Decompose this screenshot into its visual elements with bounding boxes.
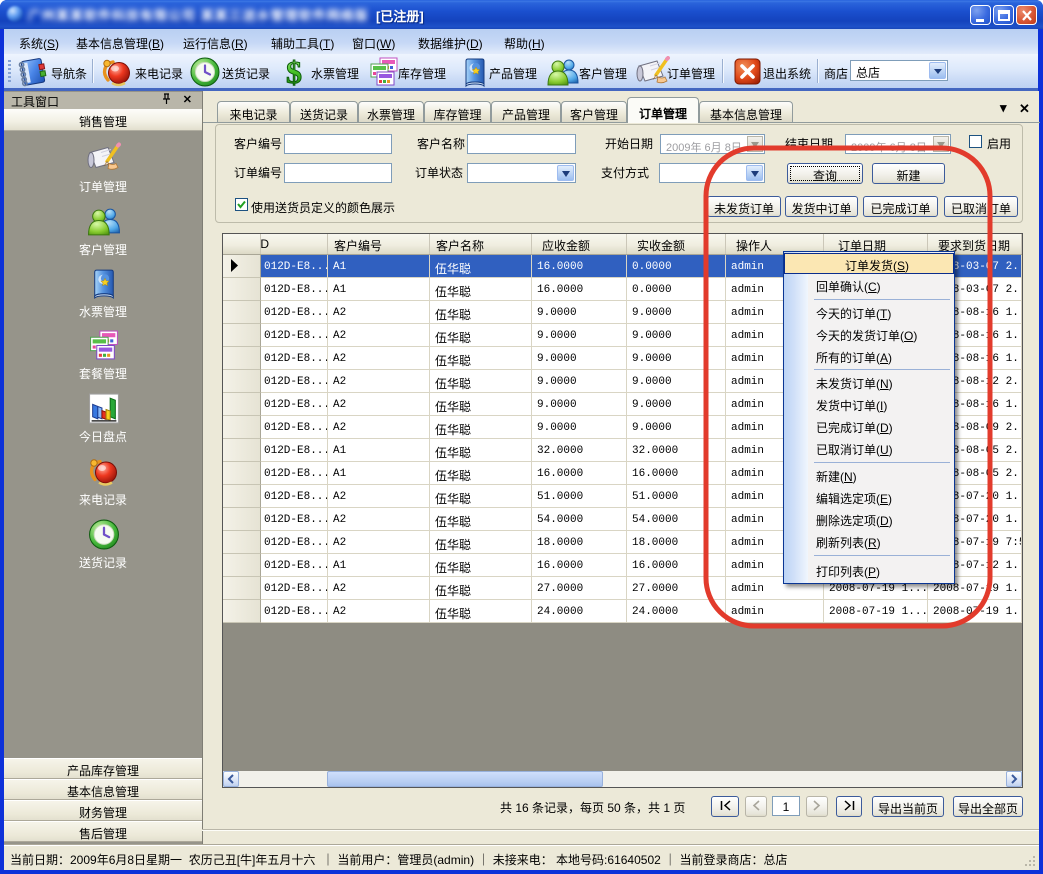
svg-text:$: $ bbox=[286, 56, 302, 88]
